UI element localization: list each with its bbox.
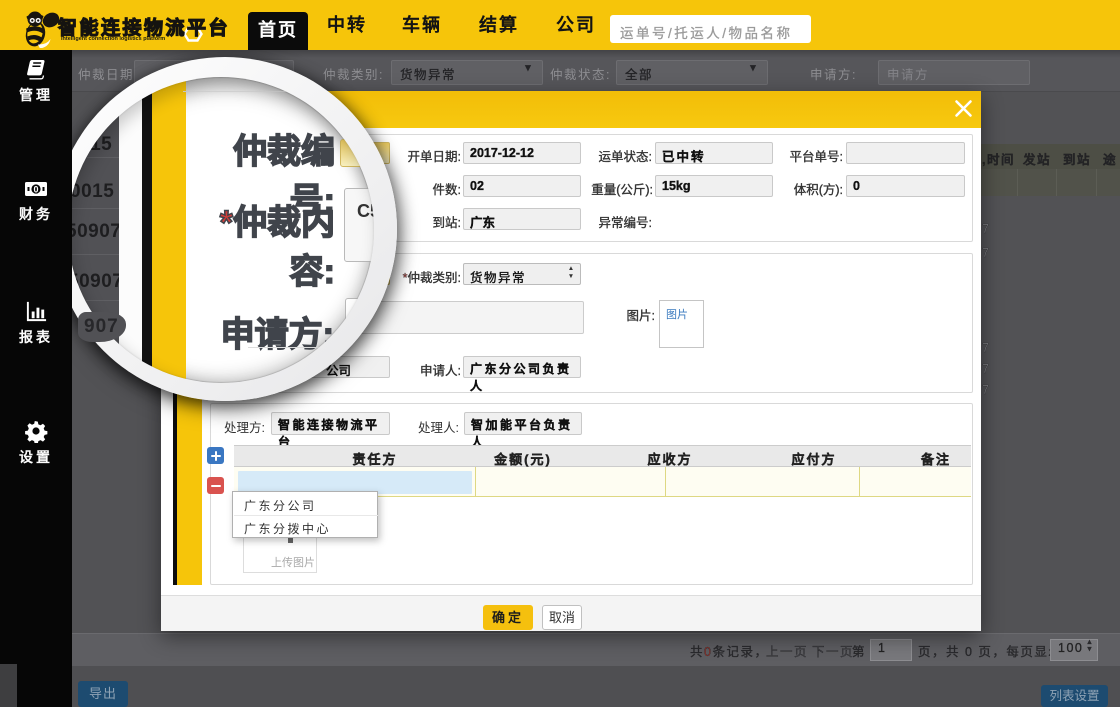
svg-text:0: 0	[33, 185, 38, 195]
